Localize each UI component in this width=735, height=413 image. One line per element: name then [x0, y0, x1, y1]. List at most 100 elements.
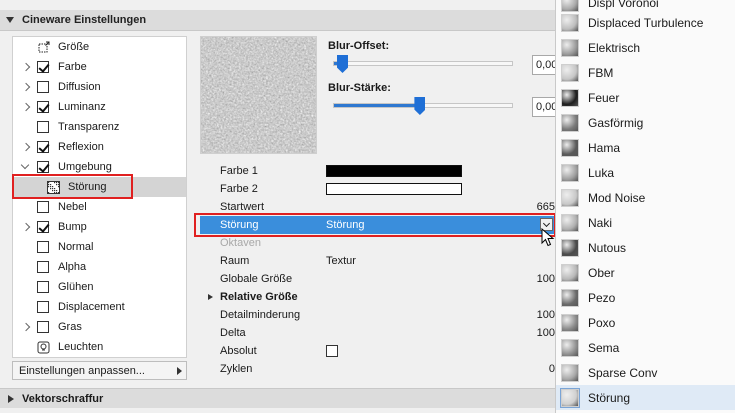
menu-item-noise-type[interactable]: Sparse Conv	[556, 360, 735, 385]
tree-item-4[interactable]: Transparenz	[13, 117, 186, 137]
collapse-triangle-icon	[6, 17, 14, 23]
noise-thumbnail-icon	[561, 338, 579, 357]
prop-row-farbe1: Farbe 1	[200, 162, 555, 180]
tree-item-7[interactable]: Störung	[13, 177, 186, 197]
menu-item-noise-type[interactable]: Sema	[556, 335, 735, 360]
color-swatch-farbe1[interactable]	[326, 165, 462, 177]
menu-item-label: FBM	[588, 65, 614, 80]
menu-item-noise-type[interactable]: Mod Noise	[556, 185, 735, 210]
blur-offset-slider[interactable]	[333, 61, 513, 66]
chevron-right-icon[interactable]	[21, 57, 33, 77]
blur-offset-value[interactable]: 0,00	[532, 55, 557, 75]
prop-row-startwert[interactable]: Startwert 665	[200, 198, 555, 216]
channel-checkbox[interactable]	[37, 241, 49, 253]
channel-checkbox[interactable]	[37, 161, 49, 173]
blur-strength-value[interactable]: 0,00	[532, 97, 557, 117]
tree-item-9[interactable]: Bump	[13, 217, 186, 237]
menu-item-noise-type[interactable]: Gasförmig	[556, 110, 735, 135]
blur-strength-label: Blur-Stärke:	[328, 82, 391, 94]
prop-row-zyklen[interactable]: Zyklen 0	[200, 360, 555, 378]
tree-item-0[interactable]: Größe	[13, 37, 186, 57]
tree-item-10[interactable]: Normal	[13, 237, 186, 257]
chevron-right-icon[interactable]	[21, 137, 33, 157]
tree-item-3[interactable]: Luminanz	[13, 97, 186, 117]
tree-item-11[interactable]: Alpha	[13, 257, 186, 277]
chevron-right-icon[interactable]	[21, 317, 33, 337]
tree-item-label: Nebel	[58, 201, 87, 213]
prop-key: Delta	[220, 327, 246, 339]
prop-row-relative-groesse[interactable]: Relative Größe	[200, 288, 555, 306]
menu-item-noise-type[interactable]: Poxo	[556, 310, 735, 335]
tree-item-label: Größe	[58, 41, 90, 53]
chevron-right-icon[interactable]	[21, 77, 33, 97]
tree-item-1[interactable]: Farbe	[13, 57, 186, 77]
menu-item-label: Displ Voronoi	[588, 0, 659, 10]
menu-item-label: Elektrisch	[588, 40, 641, 55]
tree-item-5[interactable]: Reflexion	[13, 137, 186, 157]
menu-item-noise-type[interactable]: FBM	[556, 60, 735, 85]
channel-checkbox[interactable]	[37, 61, 49, 73]
chevron-right-icon[interactable]	[21, 217, 33, 237]
blur-offset-thumb[interactable]	[337, 55, 348, 73]
channel-checkbox[interactable]	[37, 141, 49, 153]
prop-row-detailminderung[interactable]: Detailminderung 100	[200, 306, 555, 324]
prop-row-stoerung[interactable]: Störung Störung	[200, 216, 555, 234]
menu-item-noise-type[interactable]: Naki	[556, 210, 735, 235]
expand-triangle-icon	[8, 394, 14, 403]
channel-checkbox[interactable]	[37, 121, 49, 133]
absolut-checkbox[interactable]	[326, 345, 338, 357]
tree-item-8[interactable]: Nebel	[13, 197, 186, 217]
prop-number: 100	[536, 273, 555, 285]
menu-item-noise-type[interactable]: Luka	[556, 160, 735, 185]
menu-item-noise-type[interactable]: Pezo	[556, 285, 735, 310]
chevron-right-icon[interactable]	[21, 97, 33, 117]
menu-item-label: Nutous	[588, 240, 627, 255]
section-header-vektorschraffur[interactable]: Vektorschraffur	[0, 388, 555, 408]
menu-item-noise-type[interactable]: Störung	[556, 385, 735, 410]
tree-item-label: Reflexion	[58, 141, 104, 153]
prop-row-raum[interactable]: Raum Textur	[200, 252, 555, 270]
tree-item-12[interactable]: Glühen	[13, 277, 186, 297]
noise-thumbnail-icon	[561, 213, 579, 232]
tree-item-15[interactable]: Leuchten	[13, 337, 186, 357]
tree-item-label: Bump	[58, 221, 87, 233]
prop-key: Oktaven	[220, 237, 261, 249]
menu-item-noise-type[interactable]: Displaced Turbulence	[556, 10, 735, 35]
prop-key: Farbe 2	[220, 183, 258, 195]
channel-checkbox[interactable]	[37, 301, 49, 313]
blur-strength-thumb[interactable]	[414, 97, 426, 115]
tree-item-2[interactable]: Diffusion	[13, 77, 186, 97]
channel-checkbox[interactable]	[37, 201, 49, 213]
menu-item-noise-type[interactable]: Hama	[556, 135, 735, 160]
prop-row-delta[interactable]: Delta 100	[200, 324, 555, 342]
tree-item-label: Störung	[68, 181, 107, 193]
menu-item-label: Hama	[588, 140, 621, 155]
prop-key: Absolut	[220, 345, 257, 357]
chevron-down-icon[interactable]	[21, 157, 33, 177]
menu-item-noise-type[interactable]: Feuer	[556, 85, 735, 110]
color-swatch-farbe2[interactable]	[326, 183, 462, 195]
tree-item-13[interactable]: Displacement	[13, 297, 186, 317]
prop-row-globale-groesse[interactable]: Globale Größe 100	[200, 270, 555, 288]
tree-item-14[interactable]: Gras	[13, 317, 186, 337]
tree-item-6[interactable]: Umgebung	[13, 157, 186, 177]
tree-item-label: Glühen	[58, 281, 94, 293]
channel-checkbox[interactable]	[37, 321, 49, 333]
tree-item-label: Leuchten	[58, 341, 104, 353]
menu-item-noise-type[interactable]: Ober	[556, 260, 735, 285]
customize-settings-button[interactable]: Einstellungen anpassen...	[12, 361, 187, 380]
prop-row-farbe2: Farbe 2	[200, 180, 555, 198]
menu-item-noise-type[interactable]: Elektrisch	[556, 35, 735, 60]
channel-checkbox[interactable]	[37, 261, 49, 273]
prop-number: 665	[536, 201, 555, 213]
menu-item-label: Feuer	[588, 90, 620, 105]
noise-thumbnail-icon	[561, 13, 579, 32]
channel-checkbox[interactable]	[37, 81, 49, 93]
channel-checkbox[interactable]	[37, 281, 49, 293]
channel-checkbox[interactable]	[37, 221, 49, 233]
channel-checkbox[interactable]	[37, 101, 49, 113]
section-header-cineware[interactable]: Cineware Einstellungen	[0, 10, 555, 31]
menu-item-noise-type[interactable]: Nutous	[556, 235, 735, 260]
menu-item-label: Sparse Conv	[588, 365, 658, 380]
